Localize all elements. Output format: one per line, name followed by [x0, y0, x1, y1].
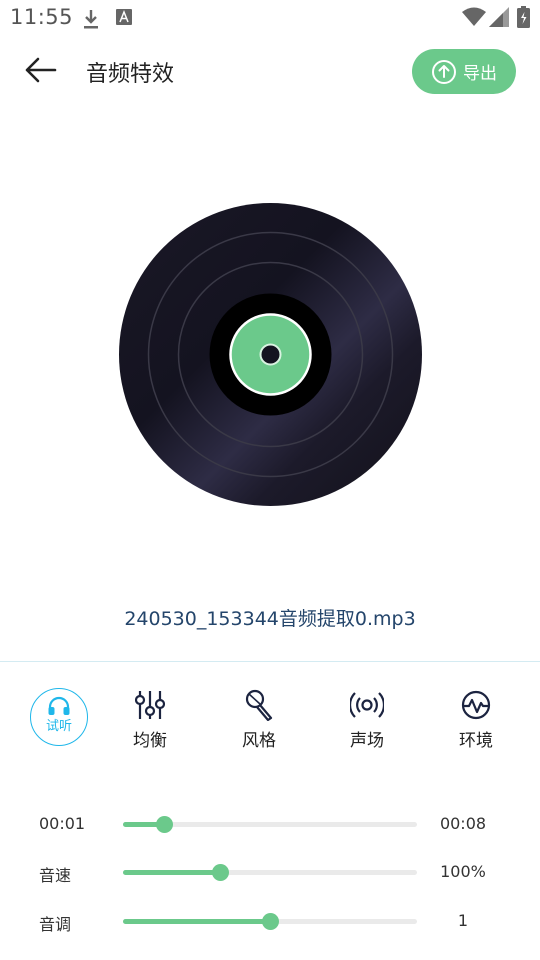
tab-preview[interactable]: 试听 [30, 688, 88, 746]
equalizer-icon [135, 691, 165, 719]
tab-sound-field[interactable]: 声场 [327, 686, 407, 751]
pitch-row: 音调 1 [0, 907, 540, 937]
upload-icon [432, 59, 456, 84]
total-time: 00:08 [439, 814, 487, 833]
tab-label: 环境 [459, 731, 493, 751]
slider-fill [123, 870, 221, 875]
pitch-label: 音调 [39, 915, 72, 934]
pitch-value: 1 [457, 911, 469, 930]
status-time: 11:55 [10, 5, 74, 29]
microphone-icon [245, 689, 273, 721]
back-button[interactable] [22, 54, 58, 86]
tab-style[interactable]: 风格 [219, 686, 299, 751]
pitch-slider[interactable] [123, 913, 417, 930]
file-name: 240530_153344音频提取0.mp3 [124, 608, 416, 630]
export-label: 导出 [463, 64, 497, 84]
page-title: 音频特效 [86, 62, 175, 87]
progress-slider[interactable] [123, 816, 417, 833]
speed-row: 音速 100% [0, 858, 540, 888]
arrow-left-icon [25, 57, 57, 83]
progress-row: 00:01 00:08 [0, 810, 540, 840]
signal-icon [489, 7, 509, 31]
broadcast-icon [350, 692, 384, 718]
slider-thumb[interactable] [156, 816, 174, 833]
divider [0, 661, 540, 662]
tab-label: 风格 [242, 731, 276, 751]
speed-slider[interactable] [123, 864, 417, 881]
tab-label: 均衡 [133, 731, 167, 751]
speed-label: 音速 [39, 866, 72, 885]
app-notification-icon [116, 8, 132, 30]
tab-label: 声场 [350, 731, 384, 751]
pulse-icon [461, 690, 491, 720]
speed-value: 100% [440, 862, 486, 881]
slider-fill [123, 919, 270, 924]
slider-thumb[interactable] [262, 913, 279, 930]
export-button[interactable]: 导出 [412, 49, 516, 94]
download-icon [82, 8, 100, 34]
tab-equalizer[interactable]: 均衡 [110, 686, 190, 751]
status-bar: 11:55 [0, 0, 540, 36]
tab-label: 试听 [45, 719, 72, 734]
tab-environment[interactable]: 环境 [436, 686, 516, 751]
slider-thumb[interactable] [212, 864, 230, 881]
battery-icon [517, 6, 530, 32]
current-time: 00:01 [39, 814, 86, 833]
wifi-icon [462, 7, 486, 31]
headphones-icon [48, 696, 70, 715]
vinyl-record [119, 203, 422, 506]
